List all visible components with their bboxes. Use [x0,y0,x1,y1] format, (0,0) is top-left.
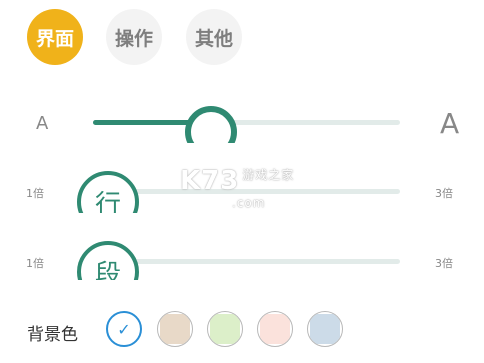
font-size-large-label: A [440,107,460,140]
tab-operation[interactable]: 操作 [106,9,162,65]
paragraph-spacing-knob-char: 段 [94,259,121,281]
watermark-logo: K73 游戏之家 .com [180,166,295,210]
background-color-label: 背景色 [27,325,78,345]
paragraph-spacing-max-label: 3倍 [435,257,453,270]
swatch-color [260,314,290,344]
tab-interface[interactable]: 界面 [27,9,83,65]
line-spacing-knob-char: 行 [94,189,121,214]
line-spacing-max-label: 3倍 [435,187,453,200]
check-icon: ✓ [117,319,131,339]
background-swatch-3[interactable] [207,311,243,347]
swatch-color [310,314,340,344]
swatch-color [160,314,190,344]
background-swatch-1[interactable]: ✓ [106,311,142,347]
line-spacing-knob[interactable]: 行 [77,171,139,213]
font-size-knob[interactable] [185,106,237,143]
background-swatch-5[interactable] [307,311,343,347]
background-swatch-4[interactable] [257,311,293,347]
background-swatch-2[interactable] [157,311,193,347]
paragraph-spacing-knob[interactable]: 段 [77,241,139,280]
tab-other[interactable]: 其他 [186,9,242,65]
swatch-color [210,314,240,344]
